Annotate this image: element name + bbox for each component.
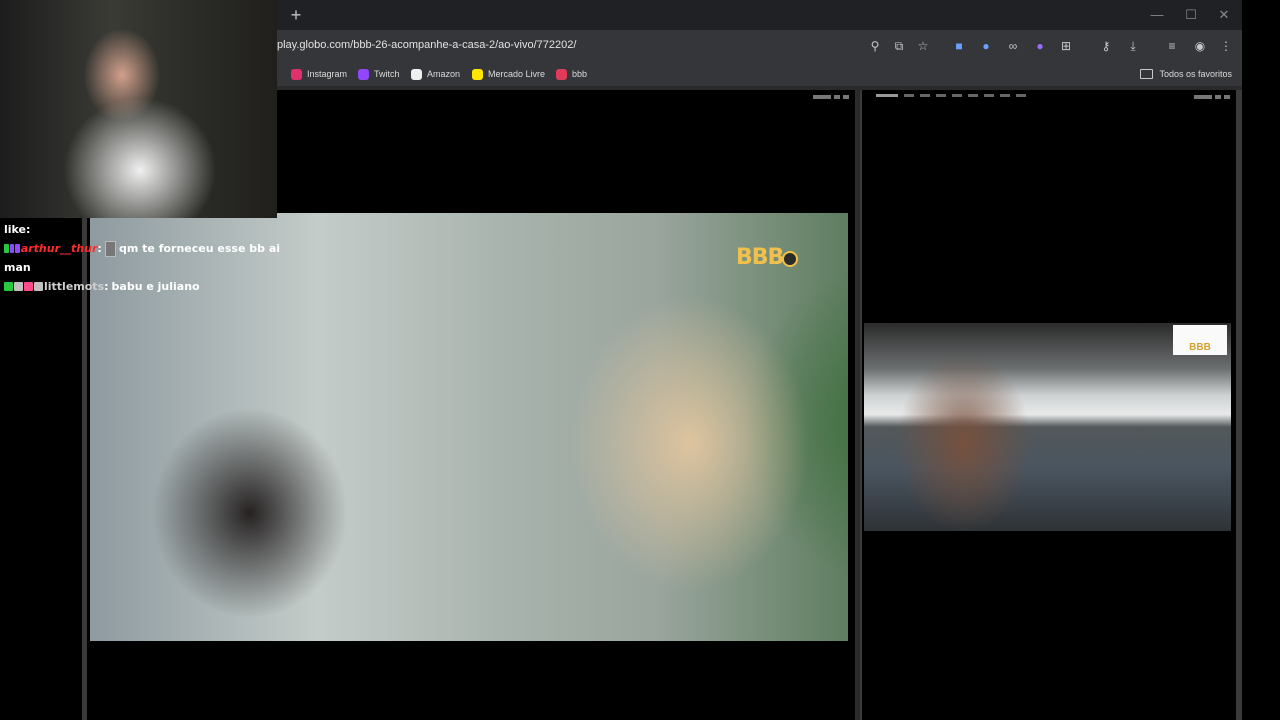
all-bookmarks-button[interactable]: Todos os favoritos [1140, 66, 1232, 82]
bookmark-bbb[interactable]: bbb [556, 66, 587, 82]
translate-extension-icon[interactable]: ■ [951, 38, 967, 54]
extensions-puzzle-icon[interactable]: ⊞ [1058, 38, 1074, 54]
bookmark-label: Amazon [427, 69, 461, 79]
bookmark-label: Instagram [307, 69, 348, 79]
mercado-livre-icon [472, 68, 483, 80]
maximize-button[interactable]: ☐ [1182, 6, 1200, 24]
minimize-button[interactable]: — [1148, 6, 1166, 24]
all-bookmarks-label: Todos os favoritos [1159, 69, 1232, 79]
mod-badge-icon [34, 282, 43, 291]
chat-line: littlemots: babu e juliano [4, 277, 280, 296]
bookmark-label: bbb [572, 69, 588, 79]
gift-badge-icon [14, 282, 23, 291]
address-bar[interactable]: play.globo.com/bbb-26-acompanhe-a-casa-2… [277, 39, 576, 51]
chat-message: qm te forneceu esse bb ai [118, 242, 281, 255]
close-button[interactable]: ✕ [1215, 6, 1233, 24]
bookmark-star-icon[interactable]: ☆ [915, 38, 931, 54]
download-icon[interactable]: ⤓ [1125, 38, 1141, 54]
extension-icon[interactable]: ● [1032, 38, 1048, 54]
chat-message: man [4, 261, 31, 274]
menu-icon[interactable]: ⋮ [1218, 38, 1234, 54]
emote-icon [104, 240, 116, 257]
extension-icon[interactable]: ● [978, 38, 994, 54]
chat-line: like: [4, 220, 280, 239]
bookmark-label: Mercado Livre [488, 69, 546, 79]
player-mini-controls [813, 93, 849, 101]
globoplay-nav [876, 94, 1026, 97]
bookmark-label: Twitch [374, 69, 400, 79]
streamer-webcam [0, 0, 277, 218]
sub-badge-icon [9, 244, 15, 253]
chat-message: babu e juliano [111, 280, 200, 293]
install-app-icon[interactable]: ⧉ [891, 38, 907, 54]
chat-line: arthur__thur: qm te forneceu esse bb ai [4, 239, 280, 258]
reading-list-icon[interactable]: ≡ [1164, 38, 1180, 54]
bbb-watermark: BBB [736, 245, 784, 270]
bookmark-instagram[interactable]: Instagram [291, 66, 347, 82]
folder-icon [1140, 69, 1154, 79]
chat-username[interactable]: arthur__thur [21, 242, 98, 255]
extension-icon[interactable]: ∞ [1005, 38, 1021, 54]
screen-edge [1242, 0, 1280, 720]
bbb-watermark: BBB [1173, 325, 1227, 355]
chat-text: like: [4, 223, 31, 236]
zoom-icon[interactable]: ⚲ [867, 38, 883, 54]
instagram-icon [291, 68, 302, 80]
camera-dot-icon [782, 251, 798, 267]
password-key-icon[interactable]: ⚷ [1098, 38, 1114, 54]
bookmark-amazon[interactable]: Amazon [411, 66, 460, 82]
bbb-icon [556, 68, 567, 80]
bookmark-mercado-livre[interactable]: Mercado Livre [472, 66, 545, 82]
verified-badge-icon [4, 282, 13, 291]
twitch-icon [358, 68, 369, 80]
amazon-icon [411, 68, 422, 80]
side-video-frame[interactable]: BBB [864, 323, 1231, 531]
verified-badge-icon [4, 244, 9, 253]
player-mini-controls [1194, 93, 1230, 101]
chat-username[interactable]: littlemots [44, 280, 104, 293]
new-tab-button[interactable]: + [286, 5, 306, 25]
bits-badge-icon [15, 244, 20, 253]
chat-messages: like: arthur__thur: qm te forneceu esse … [4, 220, 280, 296]
bookmark-twitch[interactable]: Twitch [358, 66, 400, 82]
chat-line: man [4, 258, 280, 277]
profile-icon[interactable]: ◉ [1192, 38, 1208, 54]
heart-badge-icon [24, 282, 33, 291]
